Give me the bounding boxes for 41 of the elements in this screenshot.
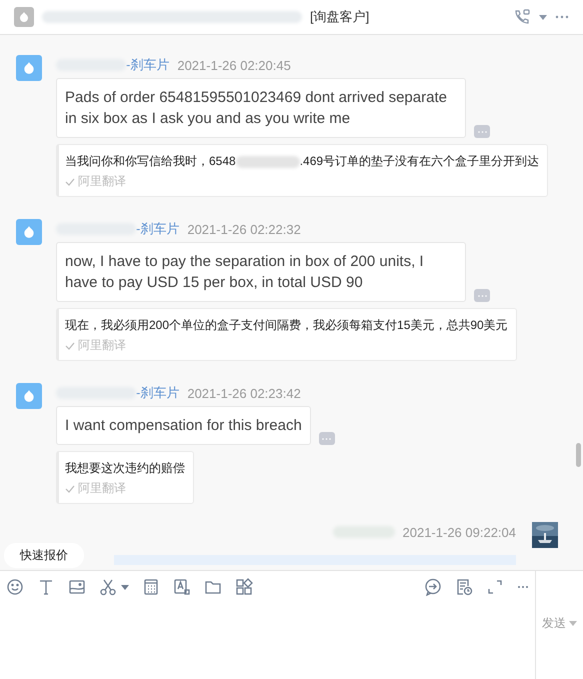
- message-time: 2021-1-26 02:22:32: [187, 222, 301, 236]
- translation-text: 我想要这次违约的赔偿: [65, 460, 185, 477]
- expand-icon[interactable]: [486, 578, 504, 596]
- sender-name: -刹车片: [136, 220, 180, 238]
- sender-name: -刹车片: [126, 56, 170, 74]
- apps-icon[interactable]: [235, 578, 253, 596]
- translation-text: .469号订单的垫子没有在六个盒子里分开到达: [300, 153, 540, 170]
- translation-text: 现在，我必须用200个单位的盒子支付间隔费，我必须每箱支付15美元，总共90美元: [65, 317, 508, 334]
- logo-icon: [22, 61, 36, 75]
- history-icon[interactable]: [455, 578, 473, 596]
- caret-icon: [121, 584, 129, 590]
- message-bubble: now, I have to pay the separation in box of 200 units, I have to pay USD 15 per box, in total USD 90: [56, 242, 466, 302]
- message-bubble: Pads of order 65481595501023469 dont arrived separate in six box as I ask you and as you write me: [56, 78, 466, 138]
- translation-source: 阿里翻译: [78, 337, 126, 354]
- text-template-icon[interactable]: [173, 578, 191, 596]
- message-bubble: I want compensation for this breach: [56, 406, 311, 445]
- translation-text: 当我问你和你写信给我时，6548: [65, 153, 236, 170]
- check-icon: [65, 342, 75, 350]
- translation-source: 阿里翻译: [78, 173, 126, 190]
- message-time: 2021-1-26 02:20:45: [177, 58, 291, 72]
- check-icon: [65, 484, 75, 492]
- caret-icon: [569, 621, 577, 626]
- message-time: 2021-1-26 02:23:42: [187, 386, 301, 400]
- caret-icon: [539, 14, 547, 20]
- text-format-icon[interactable]: [37, 578, 55, 596]
- calculator-icon[interactable]: [142, 578, 160, 596]
- sender-name: -刹车片: [136, 384, 180, 402]
- image-icon[interactable]: [68, 578, 86, 596]
- more-icon[interactable]: [555, 15, 569, 19]
- check-icon: [65, 178, 75, 186]
- more-icon[interactable]: [517, 585, 529, 589]
- scissors-icon[interactable]: [99, 578, 117, 596]
- customer-tag: [询盘客户]: [310, 8, 370, 26]
- emoji-icon[interactable]: [6, 578, 24, 596]
- logo-icon: [22, 225, 36, 239]
- message-time: 2021-1-26 09:22:04: [402, 524, 516, 540]
- phone-icon[interactable]: [513, 8, 531, 26]
- logo-icon: [18, 11, 30, 23]
- translation-source: 阿里翻译: [78, 480, 126, 497]
- logo-icon: [22, 389, 36, 403]
- quick-reply-chip[interactable]: 快速报价: [4, 543, 84, 568]
